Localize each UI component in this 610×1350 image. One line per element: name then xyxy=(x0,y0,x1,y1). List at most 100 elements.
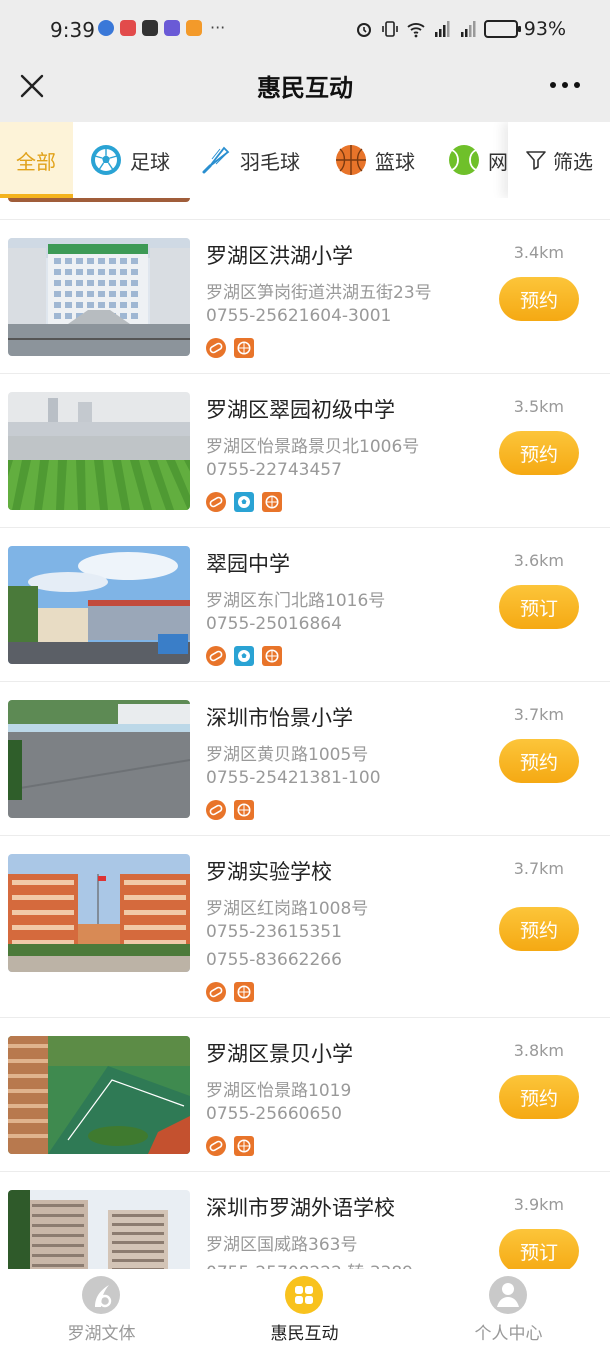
alarm-icon xyxy=(356,23,371,37)
venue-name: 罗湖区翠园初级中学 xyxy=(206,398,395,422)
venue-name: 罗湖区景贝小学 xyxy=(206,1042,353,1066)
book-button[interactable]: 预约 xyxy=(499,277,579,321)
tabbar-label: 惠民互动 xyxy=(270,1324,339,1344)
bottom-tab-bar: 罗湖文体 惠民互动 个人中心 xyxy=(0,1269,610,1350)
venue-distance: 3.8km xyxy=(513,1041,564,1060)
facility-tag-basketball xyxy=(234,1136,254,1156)
venue-photo xyxy=(8,238,190,356)
venue-address: 罗湖区红岗路1008号 xyxy=(206,899,369,919)
facility-tag-soccer xyxy=(234,646,254,666)
tab-basketball[interactable]: 篮球 xyxy=(335,122,415,198)
venue-name: 罗湖区洪湖小学 xyxy=(206,244,353,268)
tabbar-item-luohu[interactable]: 罗湖文体 xyxy=(0,1269,203,1350)
category-tabs: 全部 足球 羽毛球 篮球 网球 筛选 xyxy=(0,122,610,198)
battery-icon xyxy=(483,20,521,38)
book-button[interactable]: 预约 xyxy=(499,907,579,951)
venue-photo xyxy=(8,1036,190,1154)
facility-tags xyxy=(206,646,282,666)
tabbar-label: 罗湖文体 xyxy=(67,1324,136,1344)
venue-item[interactable]: 罗湖区景贝小学 罗湖区怡景路1019 0755-25660650 3.8km 预约 xyxy=(0,1018,610,1172)
facility-tag-basketball xyxy=(234,800,254,820)
track-icon xyxy=(206,338,226,358)
app-notification-icon xyxy=(120,20,136,36)
venue-photo xyxy=(8,854,190,972)
venue-address: 罗湖区笋岗街道洪湖五街23号 xyxy=(206,283,432,303)
venue-address: 罗湖区黄贝路1005号 xyxy=(206,745,369,765)
vibrate-icon xyxy=(381,21,398,37)
venue-item[interactable]: 罗湖区洪湖小学罗湖区笋岗街道洪湖五街23号 0755-25621604-3001 3… xyxy=(0,220,610,374)
venue-item[interactable]: 深圳市罗湖外语学校罗湖区国威路363号 0755-25708222 转 3389 3… xyxy=(0,1172,610,1269)
track-icon xyxy=(206,982,226,1002)
app-notification-icon xyxy=(186,20,202,36)
tab-badminton[interactable]: 羽毛球 xyxy=(200,122,300,198)
facility-tags xyxy=(206,338,254,358)
status-bar: 9:39 ··· 93% xyxy=(0,0,610,58)
app-notification-icon xyxy=(142,20,158,36)
facility-tags xyxy=(206,800,254,820)
app-notification-icon xyxy=(164,20,180,36)
tab-label: 全部 xyxy=(16,149,56,174)
signal-icon xyxy=(460,21,476,37)
nav-bar: 惠民互动 xyxy=(0,58,610,122)
tennis-icon xyxy=(449,145,479,175)
tab-label: 羽毛球 xyxy=(240,149,300,174)
book-button[interactable]: 预约 xyxy=(499,1075,579,1119)
facility-tag-basketball xyxy=(234,982,254,1002)
book-button[interactable]: 预约 xyxy=(499,739,579,783)
venue-phone: 0755-25708222 转 3389 xyxy=(206,1258,413,1269)
tabbar-label: 个人中心 xyxy=(474,1324,543,1344)
system-status: 93% xyxy=(354,18,566,40)
venue-address: 罗湖区怡景路景贝北1006号 xyxy=(206,437,420,457)
filter-button[interactable]: 筛选 xyxy=(508,122,610,198)
facility-tag-track xyxy=(206,646,226,666)
book-button[interactable]: 预订 xyxy=(499,1229,579,1269)
page-title: 惠民互动 xyxy=(257,74,353,102)
venue-distance: 3.7km xyxy=(513,859,564,878)
basketball-icon xyxy=(234,800,254,820)
venue-address: 罗湖区东门北路1016号 xyxy=(206,591,386,611)
filter-icon xyxy=(526,151,546,170)
facility-tags xyxy=(206,1136,254,1156)
venue-distance: 3.5km xyxy=(513,397,564,416)
facility-tags xyxy=(206,492,282,512)
venue-item[interactable]: 深圳市怡景小学 罗湖区黄贝路1005号 0755-25421381-100 3.7km… xyxy=(0,682,610,836)
basketball-icon xyxy=(262,646,282,666)
venue-name: 深圳市怡景小学 xyxy=(206,706,353,730)
venue-distance: 3.9km xyxy=(513,1195,564,1214)
soccer-icon xyxy=(91,145,121,175)
book-button[interactable]: 预订 xyxy=(499,585,579,629)
tabbar-item-interaction[interactable]: 惠民互动 xyxy=(203,1269,406,1350)
venue-phone: 0755-22743457 xyxy=(206,460,342,480)
venue-phone: 0755-25621604-3001 xyxy=(206,306,392,326)
venue-phone: 0755-25421381-100 xyxy=(206,768,381,788)
filter-label: 筛选 xyxy=(553,149,593,174)
basketball-icon xyxy=(234,982,254,1002)
tab-soccer[interactable]: 足球 xyxy=(90,122,170,198)
venue-address: 罗湖区怡景路1019 xyxy=(206,1081,352,1101)
venue-item[interactable]: 罗湖区翠园初级中学罗湖区怡景路景贝北1006号 0755-22743457 3.5k… xyxy=(0,374,610,528)
venue-item[interactable]: 罗湖实验学校 罗湖区红岗路1008号 0755-23615351 0755-83662… xyxy=(0,836,610,1018)
track-icon xyxy=(206,492,226,512)
book-button[interactable]: 预约 xyxy=(499,431,579,475)
venue-phone: 0755-83662266 xyxy=(206,950,342,970)
venue-list: 罗湖区洪湖小学罗湖区笋岗街道洪湖五街23号 0755-25621604-3001 3… xyxy=(0,198,610,1269)
venue-photo xyxy=(8,392,190,510)
track-icon xyxy=(206,800,226,820)
venue-phone: 0755-25016864 xyxy=(206,614,342,634)
venue-photo xyxy=(8,700,190,818)
soccer-icon xyxy=(234,492,254,512)
venue-item[interactable]: 翠园中学 罗湖区东门北路1016号 0755-25016864 3.6km 预订 xyxy=(0,528,610,682)
tabbar-item-profile[interactable]: 个人中心 xyxy=(407,1269,610,1350)
more-menu-icon[interactable] xyxy=(550,82,580,88)
facility-tag-track xyxy=(206,338,226,358)
tab-label: 篮球 xyxy=(375,149,415,174)
badminton-icon xyxy=(202,146,230,174)
facility-tag-basketball xyxy=(262,492,282,512)
basketball-icon xyxy=(234,1136,254,1156)
signal-icon xyxy=(434,21,450,37)
venue-name: 翠园中学 xyxy=(206,552,290,576)
grid-icon xyxy=(285,1276,323,1314)
app-notification-icon xyxy=(98,20,114,36)
tab-all[interactable]: 全部 xyxy=(0,122,73,198)
venue-distance: 3.4km xyxy=(513,243,564,262)
